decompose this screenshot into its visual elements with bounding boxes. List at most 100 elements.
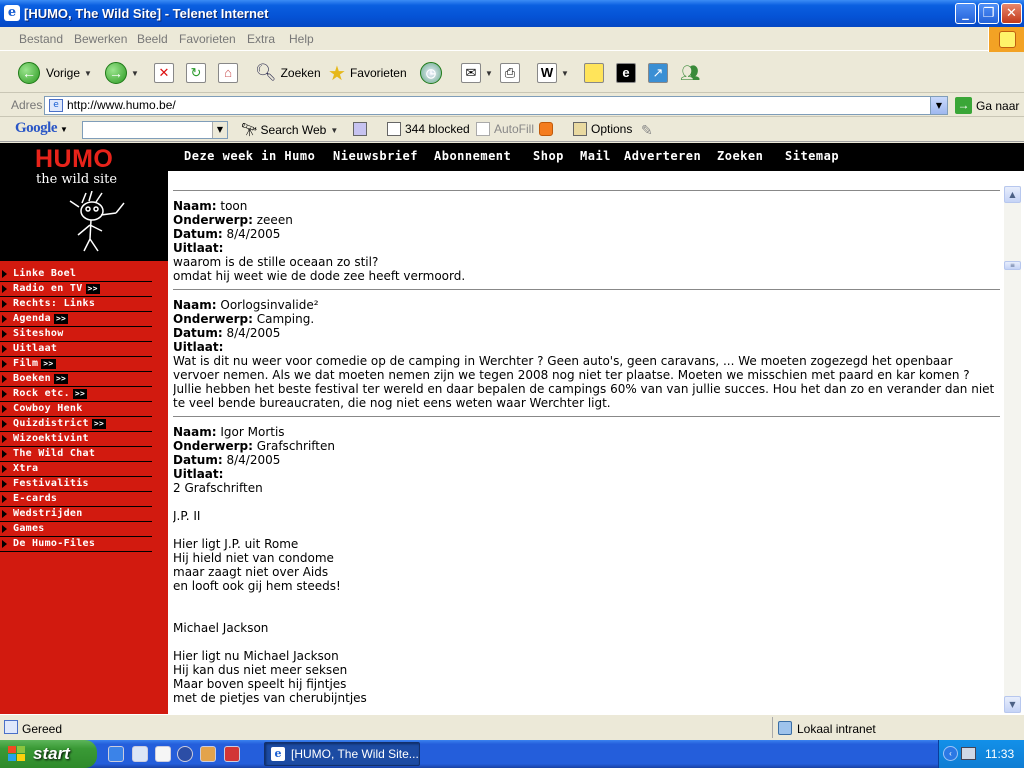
options-button[interactable]: Options <box>573 122 632 136</box>
menu-bestand[interactable]: Bestand <box>19 32 63 46</box>
notes-button[interactable] <box>584 61 604 85</box>
autofill-button[interactable]: AutoFill <box>476 122 534 136</box>
sidebar-item-linke-boel[interactable]: Linke Boel <box>0 267 152 282</box>
chevron-down-icon[interactable]: ▼ <box>561 69 569 78</box>
sidebar-item-wedstrijden[interactable]: Wedstrijden <box>0 507 152 522</box>
chevron-down-icon[interactable]: ▼ <box>930 97 947 114</box>
blogger-button[interactable] <box>539 122 557 136</box>
chevron-down-icon[interactable]: ▼ <box>485 69 493 78</box>
nav-sitemap[interactable]: Sitemap <box>785 149 839 163</box>
e-icon: e <box>616 63 636 83</box>
sidebar-item-cowboy-henk[interactable]: Cowboy Henk <box>0 402 152 417</box>
popup-blocker-button[interactable]: 344 blocked <box>387 122 470 136</box>
mail-button[interactable]: ✉ ▼ <box>461 61 493 85</box>
nav-deze-week[interactable]: Deze week in Humo <box>184 149 315 163</box>
quicklaunch-notepad-icon[interactable] <box>155 746 171 762</box>
quicklaunch-app-icon[interactable] <box>200 746 216 762</box>
sidebar-item-text: Boeken <box>13 373 51 384</box>
chevron-down-icon[interactable]: ▼ <box>84 69 92 78</box>
history-button[interactable]: ◷ <box>420 61 442 85</box>
expand-arrow-icon[interactable]: >> <box>91 419 107 429</box>
search-web-button[interactable]: 🔭︎ Search Web ▼ <box>241 122 338 138</box>
edit-button[interactable]: W ▼ <box>537 61 569 85</box>
sidebar-item-siteshow[interactable]: Siteshow <box>0 327 152 342</box>
sidebar-item-film[interactable]: Film >> <box>0 357 152 372</box>
sidebar-item-agenda[interactable]: Agenda >> <box>0 312 152 327</box>
pencil-icon[interactable]: ✎ <box>641 122 653 139</box>
sidebar-item-wizoektivint[interactable]: Wizoektivint <box>0 432 152 447</box>
expand-arrow-icon[interactable]: >> <box>41 359 56 369</box>
stop-button[interactable]: ✕ <box>154 61 174 85</box>
google-search-input[interactable]: ▼ <box>82 121 228 139</box>
sidebar-item-the-wild-chat[interactable]: The Wild Chat <box>0 447 152 462</box>
nav-abonnement[interactable]: Abonnement <box>434 149 511 163</box>
expand-arrow-icon[interactable]: >> <box>72 389 88 399</box>
menu-favorieten[interactable]: Favorieten <box>179 32 236 46</box>
chevron-down-icon[interactable]: ▼ <box>60 125 68 134</box>
menu-help[interactable]: Help <box>289 32 314 46</box>
sidebar-item-e-cards[interactable]: E-cards <box>0 492 152 507</box>
sidebar-item-festivalitis[interactable]: Festivalitis <box>0 477 152 492</box>
quicklaunch-media-icon[interactable] <box>177 746 193 762</box>
site-logo-area[interactable]: HUMO the wild site <box>0 143 168 261</box>
vertical-scrollbar[interactable]: ▲ ≡ ▼ <box>1004 186 1021 713</box>
popup-blocker-icon <box>387 122 401 136</box>
options-icon <box>573 122 587 136</box>
print-button[interactable]: ⎙ <box>500 61 520 85</box>
home-button[interactable]: ⌂ <box>218 61 238 85</box>
go-button[interactable]: → Ga naar <box>955 97 1019 114</box>
sidebar-item-boeken[interactable]: Boeken >> <box>0 372 152 387</box>
nav-mail[interactable]: Mail <box>580 149 611 163</box>
sidebar-item-xtra[interactable]: Xtra <box>0 462 152 477</box>
nav-nieuwsbrief[interactable]: Nieuwsbrief <box>333 149 418 163</box>
nav-zoeken[interactable]: Zoeken <box>717 149 763 163</box>
chevron-down-icon[interactable]: ▼ <box>330 126 338 135</box>
network-icon[interactable] <box>961 747 976 760</box>
chevron-down-icon[interactable]: ▼ <box>131 69 139 78</box>
google-logo[interactable]: Google ▼ <box>15 120 68 137</box>
chevron-down-icon[interactable]: ▼ <box>212 122 227 138</box>
address-url[interactable]: http://www.humo.be/ <box>67 98 176 112</box>
expand-arrow-icon[interactable]: >> <box>53 314 69 324</box>
address-input[interactable]: e http://www.humo.be/ ▼ <box>44 96 948 115</box>
ebay-button[interactable]: e <box>616 61 636 85</box>
taskbar-ie-window[interactable]: e [HUMO, The Wild Site... <box>264 742 420 766</box>
news-button[interactable] <box>353 122 371 136</box>
back-button[interactable]: ← Vorige ▼ <box>18 61 92 85</box>
quicklaunch-ie-icon[interactable] <box>108 746 124 762</box>
expand-arrow-icon[interactable]: >> <box>85 284 100 294</box>
sidebar-item-rock-etc[interactable]: Rock etc. >> <box>0 387 152 402</box>
forward-button[interactable]: → ▼ <box>105 61 139 85</box>
minimize-button[interactable]: _ <box>955 3 976 24</box>
sidebar-item-de-humo-files[interactable]: De Humo-Files <box>0 537 152 552</box>
favorites-button[interactable]: ★ Favorieten <box>328 61 407 85</box>
sidebar-item-rechts-links[interactable]: Rechts: Links <box>0 297 152 312</box>
nav-shop[interactable]: Shop <box>533 149 564 163</box>
menu-extra[interactable]: Extra <box>247 32 275 46</box>
nav-adverteren[interactable]: Adverteren <box>624 149 701 163</box>
scroll-up-icon[interactable]: ▲ <box>1004 186 1021 203</box>
expand-arrow-icon[interactable]: >> <box>53 374 69 384</box>
messenger-button[interactable]: 👥︎ <box>680 61 700 85</box>
tray-expand-icon[interactable]: ‹ <box>943 746 958 761</box>
start-button[interactable]: start <box>0 740 97 768</box>
sidebar-item-quizdistrict[interactable]: Quizdistrict >> <box>0 417 152 432</box>
maximize-button[interactable]: ❐ <box>978 3 999 24</box>
research-button[interactable]: ↗ <box>648 61 668 85</box>
menu-beeld[interactable]: Beeld <box>137 32 168 46</box>
news-icon <box>353 122 367 136</box>
scroll-down-icon[interactable]: ▼ <box>1004 696 1021 713</box>
sidebar-item-radio-en-tv[interactable]: Radio en TV >> <box>0 282 152 297</box>
quicklaunch-desktop-icon[interactable] <box>132 746 148 762</box>
close-button[interactable]: ✕ <box>1001 3 1022 24</box>
sidebar-item-uitlaat[interactable]: Uitlaat <box>0 342 152 357</box>
scroll-thumb[interactable]: ≡ <box>1004 261 1021 270</box>
system-tray: ‹ 11:33 <box>938 740 1024 768</box>
status-text: Gereed <box>22 722 63 736</box>
search-button[interactable]: 🔍︎ Zoeken <box>255 61 321 85</box>
printer-icon: ⎙ <box>500 63 520 83</box>
refresh-button[interactable]: ↻ <box>186 61 206 85</box>
sidebar-item-games[interactable]: Games <box>0 522 152 537</box>
menu-bewerken[interactable]: Bewerken <box>74 32 127 46</box>
quicklaunch-tool-icon[interactable] <box>224 746 240 762</box>
